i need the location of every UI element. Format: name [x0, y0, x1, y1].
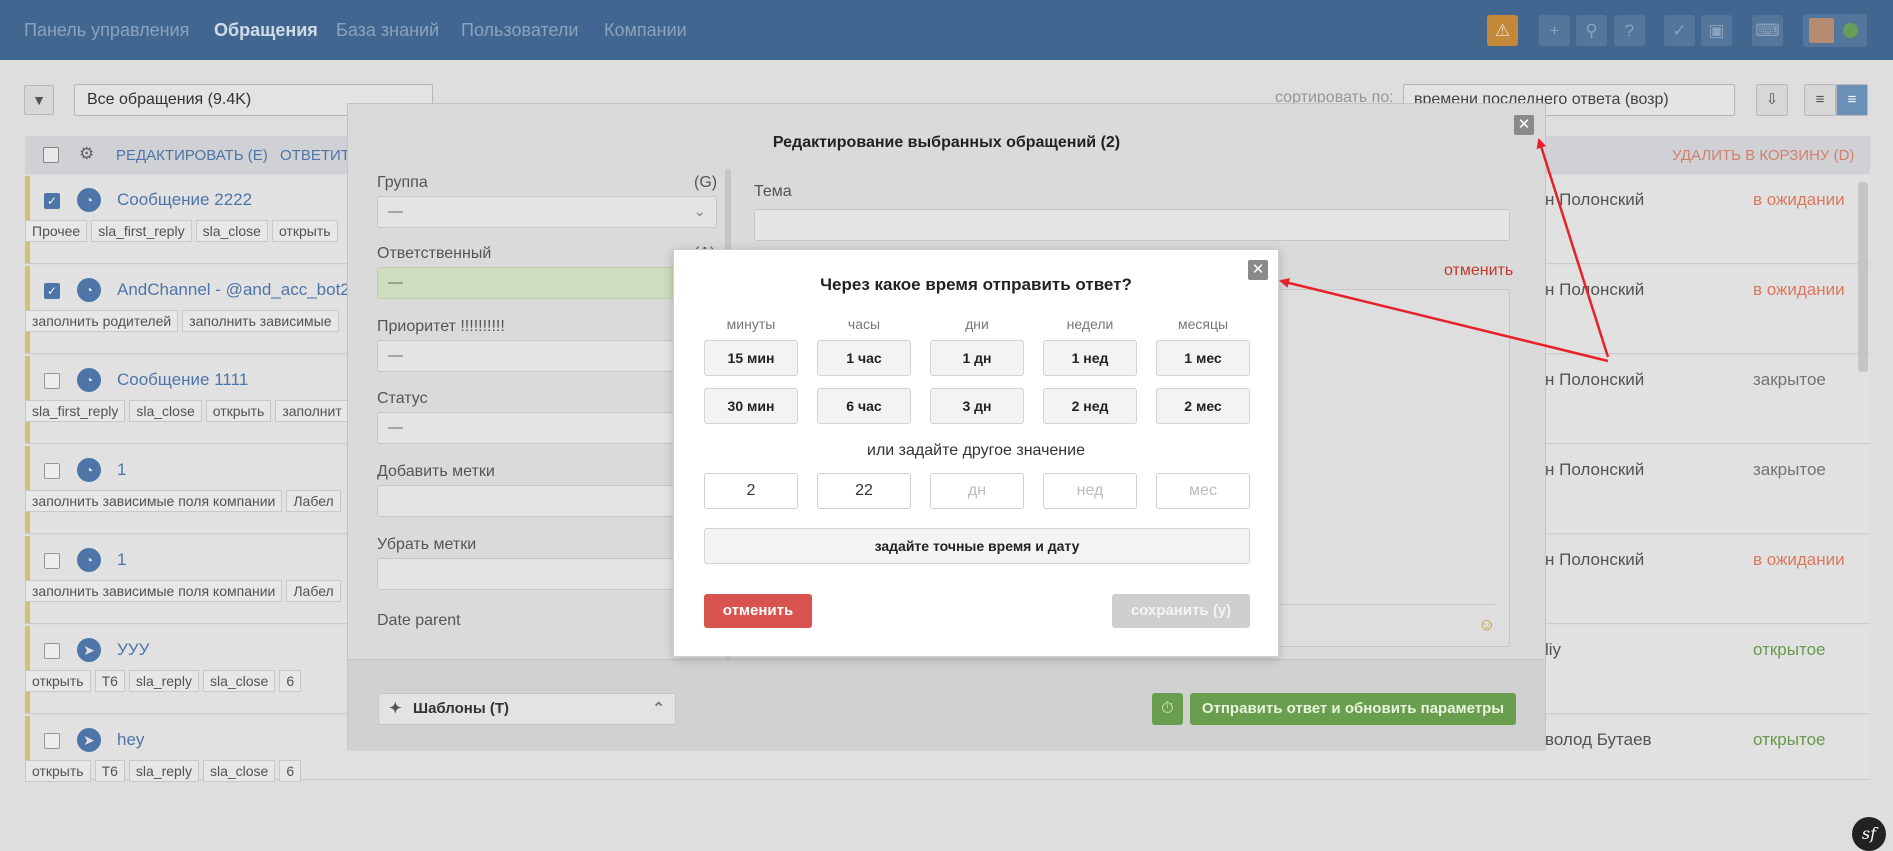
- add-tags-input[interactable]: [377, 485, 717, 517]
- custom-value-hint: или задайте другое значение: [867, 442, 1085, 459]
- custom-weeks-input[interactable]: [1043, 473, 1137, 509]
- preset-1-week[interactable]: 1 нед: [1043, 340, 1137, 376]
- custom-minutes-input[interactable]: [704, 473, 798, 509]
- priority-select-value: —: [388, 347, 403, 364]
- emoji-icon[interactable]: ☺: [1478, 615, 1495, 635]
- preset-30-min[interactable]: 30 мин: [704, 388, 798, 424]
- group-label: Группа: [377, 174, 428, 191]
- custom-hours-input[interactable]: [817, 473, 911, 509]
- chevron-down-icon: ⌄: [693, 203, 706, 220]
- preset-15-min[interactable]: 15 мин: [704, 340, 798, 376]
- stopwatch-icon[interactable]: ⏱: [1152, 693, 1183, 725]
- status-select[interactable]: —: [377, 412, 717, 444]
- priority-select[interactable]: —: [377, 340, 717, 372]
- group-select-value: —: [388, 203, 403, 220]
- preset-6-hours[interactable]: 6 час: [817, 388, 911, 424]
- templates-button-label: Шаблоны (T): [413, 700, 509, 717]
- bulk-edit-close-icon[interactable]: ✕: [1514, 115, 1534, 135]
- status-label: Статус: [377, 390, 428, 407]
- assignee-select-value: —: [388, 274, 403, 291]
- subject-input[interactable]: [754, 209, 1510, 241]
- cancel-link[interactable]: отменить: [1444, 262, 1513, 280]
- column-weeks: недели: [1066, 316, 1114, 332]
- column-days: дни: [965, 316, 989, 332]
- remove-tags-label: Убрать метки: [377, 536, 477, 553]
- delayed-send-close-icon[interactable]: ✕: [1248, 260, 1268, 280]
- group-select[interactable]: — ⌄: [377, 196, 717, 228]
- status-select-value: —: [388, 419, 403, 436]
- exact-datetime-button[interactable]: задайте точные время и дату: [704, 528, 1250, 564]
- custom-days-input[interactable]: [930, 473, 1024, 509]
- magic-wand-icon: ✦: [389, 700, 402, 717]
- send-and-update-button[interactable]: Отправить ответ и обновить параметры: [1190, 693, 1516, 725]
- preset-1-day[interactable]: 1 дн: [930, 340, 1024, 376]
- assignee-select[interactable]: —: [377, 267, 717, 299]
- delayed-send-modal: Через какое время отправить ответ? ✕ мин…: [673, 249, 1279, 657]
- preset-2-months[interactable]: 2 мес: [1156, 388, 1250, 424]
- priority-label: Приоритет !!!!!!!!!!: [377, 318, 505, 335]
- date-parent-label: Date parent: [377, 612, 461, 629]
- delayed-send-save-button[interactable]: сохранить (у): [1112, 594, 1250, 628]
- delayed-send-title: Через какое время отправить ответ?: [820, 275, 1132, 294]
- send-and-update-label: Отправить ответ и обновить параметры: [1201, 700, 1505, 717]
- add-tags-label: Добавить метки: [377, 463, 495, 480]
- column-minutes: минуты: [726, 316, 776, 332]
- preset-1-hour[interactable]: 1 час: [817, 340, 911, 376]
- symfony-debug-badge[interactable]: sf: [1852, 817, 1886, 851]
- subject-label: Тема: [754, 183, 792, 200]
- preset-2-weeks[interactable]: 2 нед: [1043, 388, 1137, 424]
- delayed-send-cancel-button[interactable]: отменить: [704, 594, 812, 628]
- chevron-up-icon: ⌃: [652, 700, 665, 717]
- preset-1-month[interactable]: 1 мес: [1156, 340, 1250, 376]
- column-hours: часы: [847, 316, 881, 332]
- group-hotkey: (G): [694, 174, 718, 191]
- assignee-label: Ответственный: [377, 245, 492, 262]
- column-months: месяцы: [1177, 316, 1229, 332]
- preset-3-days[interactable]: 3 дн: [930, 388, 1024, 424]
- remove-tags-input[interactable]: [377, 558, 717, 590]
- custom-months-input[interactable]: [1156, 473, 1250, 509]
- bulk-edit-footer: ✦ Шаблоны (T) ⌃ ⏱ Отправить ответ и обно…: [348, 659, 1545, 751]
- bulk-edit-title: Редактирование выбранных обращений (2): [772, 134, 1121, 151]
- symfony-badge-label: sf: [1861, 824, 1877, 843]
- templates-button[interactable]: ✦ Шаблоны (T) ⌃: [378, 693, 676, 725]
